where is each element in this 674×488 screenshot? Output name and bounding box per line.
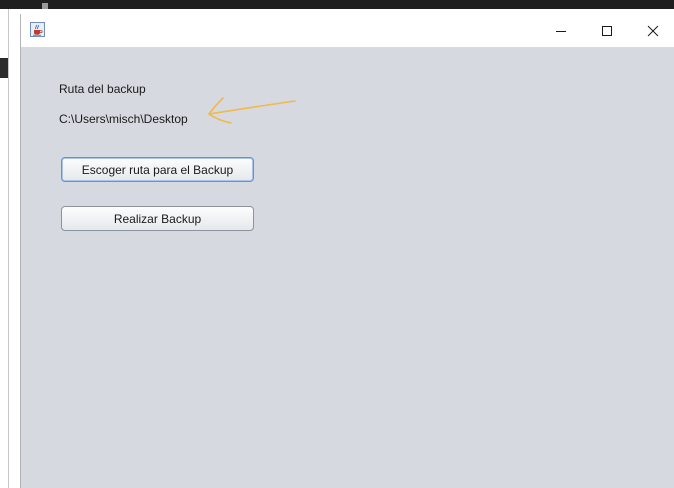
close-button[interactable] [630,14,674,47]
title-bar[interactable] [21,14,674,47]
maximize-button[interactable] [584,14,630,47]
choose-backup-path-button[interactable]: Escoger ruta para el Backup [61,157,254,182]
background-app-handle [42,3,48,9]
maximize-icon [602,25,612,36]
minimize-button[interactable] [538,14,584,47]
content-panel: Ruta del backup C:\Users\misch\Desktop E… [21,47,674,488]
backup-window: Ruta del backup C:\Users\misch\Desktop E… [20,14,674,488]
minimize-icon [556,30,566,32]
backup-path-title-label: Ruta del backup [59,82,146,96]
background-app-edge [0,9,9,488]
desktop: Ruta del backup C:\Users\misch\Desktop E… [0,0,674,488]
perform-backup-button[interactable]: Realizar Backup [61,206,254,231]
annotation-arrow-icon [208,97,296,124]
background-app-block [0,58,8,78]
background-app-strip [0,0,674,9]
backup-path-value: C:\Users\misch\Desktop [59,112,188,126]
java-coffee-cup-icon[interactable] [30,22,45,37]
close-icon [647,25,659,36]
